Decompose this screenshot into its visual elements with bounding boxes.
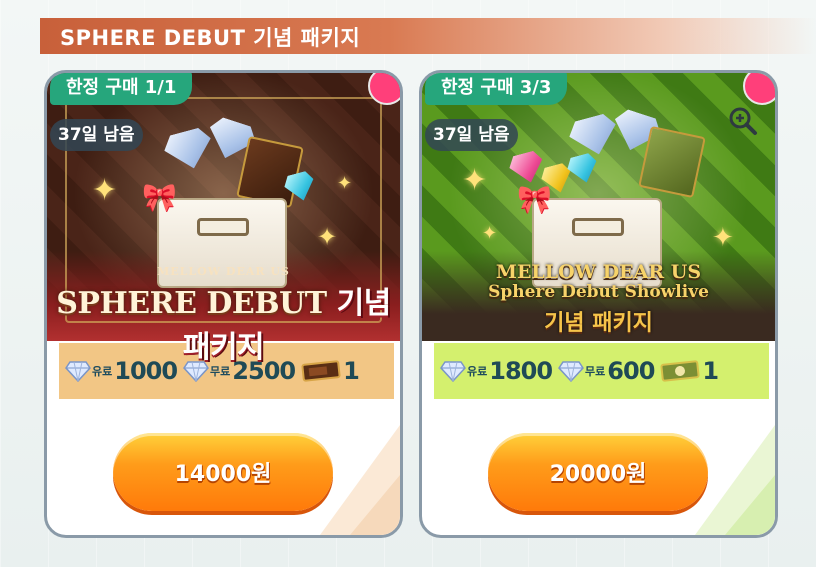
sparkle-icon: ✦ bbox=[92, 173, 118, 208]
diamond-icon bbox=[566, 111, 622, 160]
sparkle-icon: ✦ bbox=[462, 163, 488, 198]
purchase-limit-badge: 한정 구매 1/1 bbox=[50, 73, 193, 105]
sparkle-icon: ✦ bbox=[317, 223, 338, 251]
paid-diamond-item: 유료 1800 bbox=[440, 357, 553, 385]
ribbon-bow-icon: 🎀 bbox=[517, 183, 552, 216]
diamond-icon bbox=[558, 360, 584, 382]
notification-dot bbox=[743, 73, 775, 105]
buy-button[interactable]: 20000원 bbox=[488, 433, 708, 511]
package-image[interactable]: ✦ ✦ ✦ 🎀 MELLOW DEAR US SPHERE DEBUT 기념 패… bbox=[47, 73, 400, 365]
green-ticket-icon bbox=[660, 360, 700, 382]
gem-icon bbox=[507, 149, 548, 187]
box-handle bbox=[572, 218, 624, 236]
days-remaining-badge: 37일 남음 bbox=[50, 119, 143, 151]
sparkle-icon: ✦ bbox=[712, 223, 734, 253]
package-logo: SPHERE DEBUT 기념 패키지 bbox=[47, 278, 400, 366]
gem-icon bbox=[565, 152, 601, 187]
package-card-1[interactable]: ✦ ✦ ✦ 🎀 MELLOW DEAR US SPHERE DEBUT 기념 패… bbox=[44, 70, 403, 538]
item-value: 1800 bbox=[489, 357, 553, 385]
price-label: 20000원 bbox=[549, 462, 647, 487]
buy-button[interactable]: 14000원 bbox=[113, 433, 333, 511]
package-card-2[interactable]: ✦ ✦ ✦ 🎀 MELLOW DEAR US Sphere Debut Show… bbox=[419, 70, 778, 538]
item-value: 1 bbox=[702, 357, 719, 385]
item-label: 유료 bbox=[467, 365, 488, 378]
zoom-in-icon[interactable] bbox=[727, 105, 759, 137]
ticket-item: 1 bbox=[660, 357, 719, 385]
sparkle-icon: ✦ bbox=[337, 173, 353, 194]
section-title: SPHERE DEBUT 기념 패키지 bbox=[60, 26, 361, 50]
diamond-icon bbox=[440, 360, 466, 382]
logo-title: SPHERE DEBUT bbox=[56, 286, 327, 321]
logo-subtitle: MELLOW DEAR US bbox=[157, 265, 290, 278]
section-header: SPHERE DEBUT 기념 패키지 bbox=[40, 18, 816, 54]
item-value: 600 bbox=[607, 357, 655, 385]
purchase-limit-badge: 한정 구매 3/3 bbox=[425, 73, 568, 105]
price-label: 14000원 bbox=[174, 462, 272, 487]
free-diamond-item: 무료 600 bbox=[558, 357, 655, 385]
item-label: 무료 bbox=[585, 365, 606, 378]
logo-line-2: Sphere Debut Showlive bbox=[488, 282, 709, 302]
sparkle-icon: ✦ bbox=[482, 223, 498, 244]
notification-dot bbox=[368, 73, 400, 105]
green-ticket-icon bbox=[638, 125, 706, 199]
logo-line-1: MELLOW DEAR US bbox=[495, 261, 702, 283]
days-remaining-badge: 37일 남음 bbox=[425, 119, 518, 151]
package-contents: 유료 1800 무료 600 1 bbox=[434, 343, 769, 399]
ribbon-bow-icon: 🎀 bbox=[142, 181, 177, 214]
logo-line-3: 기념 패키지 bbox=[544, 311, 653, 336]
package-image[interactable]: ✦ ✦ ✦ 🎀 MELLOW DEAR US Sphere Debut Show… bbox=[422, 73, 775, 341]
box-handle bbox=[197, 218, 249, 236]
